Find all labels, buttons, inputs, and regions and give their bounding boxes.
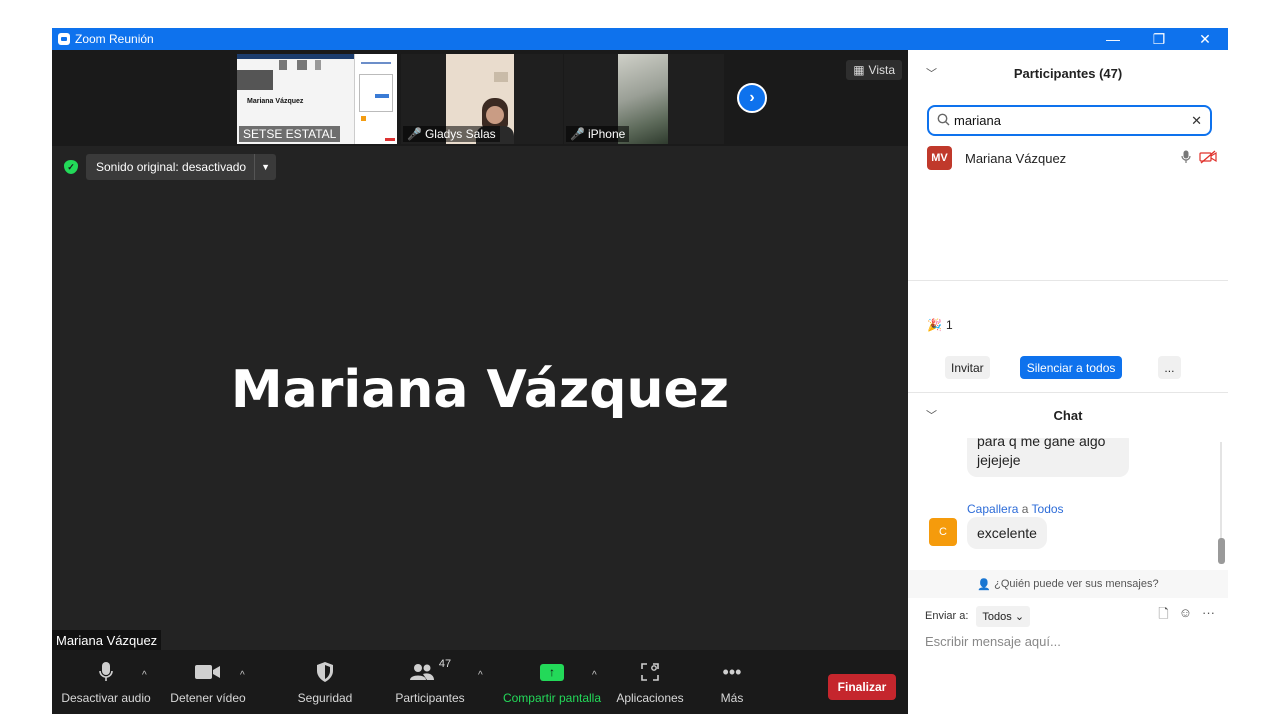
thumbnail-label: 🎤 iPhone — [566, 126, 630, 142]
video-thumbnail-strip: Mariana Vázquez SETSE ESTATAL 🎤 Gladys S… — [52, 50, 908, 146]
meeting-toolbar: Desactivar audio ^ Detener vídeo ^ Segur… — [52, 650, 908, 714]
participants-button[interactable]: 47 Participantes — [392, 658, 468, 705]
emoji-icon[interactable]: ☺ — [1179, 605, 1192, 627]
active-speaker-name: Mariana Vázquez — [230, 360, 730, 420]
video-camera-icon — [195, 658, 221, 686]
audio-options-caret[interactable]: ^ — [142, 670, 147, 681]
participants-actions: Invitar Silenciar a todos ... — [945, 356, 1182, 379]
view-button[interactable]: ▦ Vista — [846, 60, 902, 80]
mute-audio-button[interactable]: Desactivar audio — [61, 658, 151, 705]
side-panel: ﹀ Participantes (47) ✕ MV Mariana Vázque… — [908, 50, 1228, 692]
security-button[interactable]: Seguridad — [292, 658, 358, 705]
more-dots-icon[interactable]: ··· — [1202, 605, 1215, 627]
active-speaker-tag: Mariana Vázquez — [52, 630, 162, 651]
chat-scrollbar[interactable] — [1218, 538, 1225, 564]
reaction-count: 🎉 1 — [927, 318, 953, 332]
participants-options-caret[interactable]: ^ — [478, 670, 483, 681]
restore-button[interactable]: ❐ — [1136, 28, 1182, 50]
share-options-caret[interactable]: ^ — [592, 670, 597, 681]
video-options-caret[interactable]: ^ — [240, 670, 245, 681]
share-screen-icon: ↑ — [540, 658, 564, 686]
participants-icon: 47 — [409, 658, 451, 686]
encryption-shield-icon[interactable]: ✓ — [64, 160, 78, 174]
divider — [908, 392, 1228, 393]
participants-title: Participantes (47) — [1013, 65, 1123, 81]
stop-video-button[interactable]: Detener vídeo — [168, 658, 248, 705]
chat-sender: Capallera a Todos — [967, 502, 1064, 516]
chat-messages: para q me gane algo jejejeje Capallera a… — [908, 438, 1228, 570]
video-area: Mariana Vázquez SETSE ESTATAL 🎤 Gladys S… — [52, 50, 908, 714]
thumbnail-label: 🎤 Gladys Salas — [403, 126, 500, 142]
avatar: MV — [927, 146, 952, 170]
participant-search-box: ✕ — [927, 105, 1212, 136]
chat-message-input[interactable]: Escribir mensaje aquí... — [925, 634, 1061, 649]
share-screen-button[interactable]: ↑ Compartir pantalla — [500, 658, 604, 705]
divider — [908, 280, 1228, 281]
zoom-logo-icon — [58, 33, 70, 45]
participants-count: 47 — [438, 658, 452, 670]
title-bar: Zoom Reunión — ❐ ✕ — [52, 28, 1228, 50]
who-can-see-link[interactable]: 👤 ¿Quién puede ver sus mensajes? — [908, 570, 1228, 598]
more-button[interactable]: ••• Más — [712, 658, 752, 706]
clear-search-icon[interactable]: ✕ — [1191, 113, 1202, 129]
shield-icon — [316, 658, 334, 686]
apps-button[interactable]: Aplicaciones — [615, 658, 685, 705]
recipient-select[interactable]: Todos ⌄ — [976, 605, 1031, 627]
chat-message: excelente — [967, 517, 1047, 549]
mute-all-button[interactable]: Silenciar a todos — [1019, 356, 1123, 379]
more-options-button[interactable]: ... — [1158, 356, 1182, 379]
mic-muted-icon: 🎤 — [407, 127, 422, 141]
caret-down-icon[interactable]: ▼ — [255, 162, 276, 172]
participants-header: ﹀ Participantes (47) — [908, 50, 1228, 96]
next-page-button[interactable]: › — [737, 83, 767, 113]
video-thumbnail[interactable]: Mariana Vázquez SETSE ESTATAL — [237, 54, 397, 144]
invite-button[interactable]: Invitar — [945, 356, 990, 379]
thumbnail-label: SETSE ESTATAL — [239, 126, 341, 142]
participant-name: Mariana Vázquez — [965, 150, 1067, 166]
chat-title: Chat — [1053, 407, 1083, 423]
chevron-right-icon: › — [749, 89, 755, 106]
search-icon — [937, 113, 950, 129]
chat-header: ﹀ Chat — [908, 400, 1228, 430]
original-sound-button[interactable]: Sonido original: desactivado ▼ — [86, 154, 277, 180]
video-thumbnail[interactable]: 🎤 iPhone — [564, 54, 724, 144]
collapse-participants-icon[interactable]: ﹀ — [926, 65, 937, 81]
collapse-chat-icon[interactable]: ﹀ — [926, 407, 937, 423]
send-to-row: Enviar a: Todos ⌄ 🗋 ☺ ··· — [925, 605, 1215, 627]
mic-muted-icon: 🎤 — [570, 127, 585, 141]
shared-screen-name: Mariana Vázquez — [247, 98, 304, 105]
end-meeting-button[interactable]: Finalizar — [828, 674, 896, 700]
grid-view-icon: ▦ — [853, 63, 865, 77]
window-title: Zoom Reunión — [75, 32, 154, 46]
video-off-icon[interactable] — [1199, 150, 1217, 167]
participant-search-input[interactable] — [954, 113, 1192, 128]
shared-screen-sidebar — [354, 54, 397, 144]
avatar: C — [929, 518, 957, 546]
video-thumbnail[interactable]: 🎤 Gladys Salas — [401, 54, 563, 144]
send-to-label: Enviar a: — [925, 610, 969, 622]
microphone-icon[interactable] — [1181, 150, 1191, 167]
microphone-icon — [98, 658, 114, 686]
file-icon[interactable]: 🗋 — [1158, 605, 1168, 627]
apps-icon — [641, 658, 659, 686]
participant-row[interactable]: MV Mariana Vázquez — [927, 145, 1217, 171]
chevron-down-icon: ⌄ — [1014, 610, 1025, 623]
zoom-window: Zoom Reunión — ❐ ✕ Mariana Vázquez SETSE… — [52, 28, 1228, 714]
minimize-button[interactable]: — — [1090, 28, 1136, 50]
party-popper-icon: 🎉 — [927, 318, 942, 332]
chat-message: para q me gane algo jejejeje — [967, 438, 1129, 477]
more-dots-icon: ••• — [722, 661, 742, 682]
close-window-button[interactable]: ✕ — [1182, 28, 1228, 50]
person-info-icon: 👤 — [977, 578, 992, 591]
original-sound-row: ✓ Sonido original: desactivado ▼ — [64, 154, 277, 180]
